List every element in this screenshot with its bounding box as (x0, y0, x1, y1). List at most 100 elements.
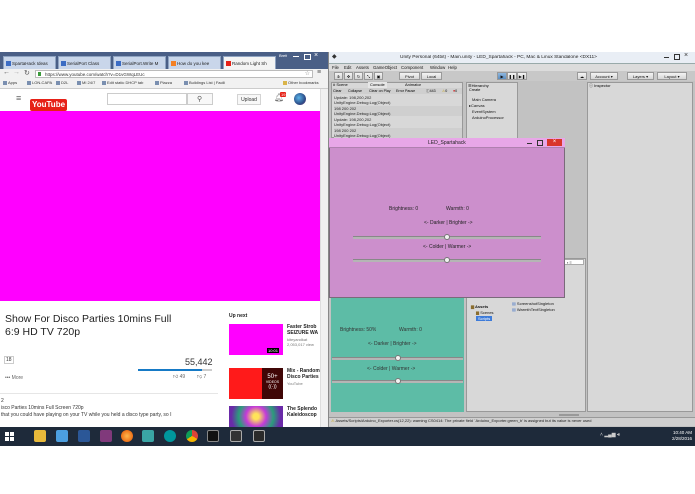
bookmark-dhcp[interactable]: Edit static DHCP tab (102, 80, 143, 85)
log-entry[interactable]: 198 200 202 UnityEngine.Debug:Log(Object) (334, 128, 462, 138)
status-message[interactable]: ⚠ Assets/Scripts/Arduino_Exporter.cs(12,… (331, 418, 693, 424)
tab-random-light-show[interactable]: Random Light Sh (223, 56, 276, 69)
search-button[interactable]: ⚲ (187, 93, 213, 105)
log-entry[interactable]: Update: 198,200,202 UnityEngine.Debug:Log… (334, 95, 462, 105)
rotate-tool-button[interactable]: ↻ (354, 72, 363, 80)
like-button[interactable]: 👍︎ 49 (173, 374, 185, 380)
close-button[interactable]: × (547, 139, 562, 146)
bookmark-mi247[interactable]: MI 24/7 (77, 80, 95, 85)
project-asset[interactable]: ▤ WarmthTextSingleton (512, 307, 555, 312)
pivot-toggle[interactable]: Pivot (399, 72, 420, 80)
unity-taskbar-icon[interactable] (230, 430, 242, 442)
player-brightness-slider[interactable] (444, 234, 450, 240)
arduino-taskbar-icon[interactable] (164, 430, 176, 442)
reload-icon[interactable]: ↻ (24, 69, 30, 77)
avatar[interactable] (294, 93, 306, 105)
log-entry[interactable]: Update: 198,200,202 UnityEngine.Debug:Log… (334, 117, 462, 127)
volume-icon[interactable]: 🔊︎ (617, 432, 620, 438)
scale-tool-button[interactable]: ⤡ (364, 72, 373, 80)
youtube-logo[interactable]: YouTube (30, 94, 68, 111)
other-bookmarks[interactable]: Other bookmarks (283, 80, 319, 85)
bookmark-d2l[interactable]: D2L (56, 80, 68, 85)
more-button[interactable]: ••• More (5, 375, 23, 381)
address-bar[interactable]: https://www.youtube.com/watch?v=D1vGWqLE… (35, 70, 313, 78)
cloud-button[interactable]: ☁ (577, 72, 587, 80)
app-taskbar-icon[interactable] (142, 430, 154, 442)
store-taskbar-icon[interactable] (56, 430, 68, 442)
lock-icon[interactable]: ▪ (567, 260, 568, 265)
guide-menu-icon[interactable]: ≡ (16, 93, 21, 103)
hand-tool-button[interactable]: ✋︎ (334, 72, 343, 80)
log-entry[interactable]: 198 200 202 UnityEngine.Debug:Log(Object) (334, 106, 462, 116)
tab-spartahack-ideas[interactable]: SpartaHack Ideas (3, 56, 56, 69)
bookmark-apps[interactable]: Apps (3, 80, 17, 85)
unity-taskbar-icon[interactable] (253, 430, 265, 442)
firefox-taskbar-icon[interactable] (121, 430, 133, 442)
project-folder-scripts[interactable]: Scripts (476, 316, 493, 321)
start-button[interactable] (5, 432, 15, 442)
related-video-3[interactable]: The Splendo Kaleidoscop (229, 406, 321, 427)
close-icon[interactable]: × (314, 52, 318, 59)
chevron-up-icon[interactable]: ˄ (600, 432, 603, 438)
clear-button[interactable]: Clear (333, 88, 342, 94)
onenote-taskbar-icon[interactable] (100, 430, 112, 442)
tab-how-do-you-keep[interactable]: How do you kee (168, 56, 221, 69)
clock[interactable]: 10:40 AM 2/28/2016 (656, 430, 692, 442)
bookmark-loncapa[interactable]: LON-CAPA (27, 80, 52, 85)
game-warmth-slider[interactable] (394, 378, 401, 384)
tab-serialport-write[interactable]: SerialPort.Write M (113, 56, 166, 69)
hierarchy-item[interactable]: Main Camera (472, 97, 496, 102)
game-brightness-slider[interactable] (394, 355, 401, 361)
menu-assets[interactable]: Assets (356, 64, 369, 71)
related-video-1[interactable]: 10:01 Faster Strob SEIZURE WA kiteyandkat… (229, 324, 321, 356)
log-count[interactable]: ⓘ443 (426, 88, 436, 94)
network-icon[interactable]: ▂▄▆ (604, 432, 615, 438)
upload-button[interactable]: Upload (237, 94, 261, 105)
close-icon[interactable]: × (684, 52, 688, 59)
maximize-icon[interactable] (537, 140, 543, 146)
local-toggle[interactable]: Local (421, 72, 442, 80)
layers-dropdown[interactable]: Layers ▾ (627, 72, 654, 80)
project-folder-assets[interactable]: ▆ Assets (471, 304, 488, 309)
menu-icon[interactable]: ≡ (317, 69, 321, 76)
search-input[interactable] (107, 93, 187, 105)
error-pause-button[interactable]: Error Pause (396, 88, 415, 94)
file-explorer-taskbar-icon[interactable] (34, 430, 46, 442)
menu-component[interactable]: Component (401, 64, 423, 71)
project-folder-scenes[interactable]: ▆ Scenes (476, 310, 494, 315)
forward-icon[interactable]: → (13, 69, 20, 76)
hierarchy-create-button[interactable]: Create (469, 88, 480, 92)
star-icon[interactable]: ☆ (305, 70, 310, 77)
move-tool-button[interactable]: ✥ (344, 72, 353, 80)
chrome-taskbar-icon[interactable] (186, 430, 198, 442)
tab-inspector[interactable]: ⓘ Inspector (589, 83, 611, 89)
account-dropdown[interactable]: Account ▾ (590, 72, 618, 80)
warning-count[interactable]: ⚠0 (442, 88, 447, 94)
menu-edit[interactable]: Edit (344, 64, 351, 71)
hierarchy-item[interactable]: ArduinoProcessor (472, 115, 504, 120)
menu-file[interactable]: File (332, 64, 339, 71)
pause-button[interactable]: ❚❚ (507, 72, 517, 80)
hierarchy-item[interactable]: EventSystem (472, 109, 496, 114)
minimize-icon[interactable] (527, 143, 532, 144)
error-count[interactable]: ●0 (453, 88, 457, 94)
word-taskbar-icon[interactable] (78, 430, 90, 442)
hierarchy-item[interactable]: ▸Canvas (469, 103, 485, 108)
back-icon[interactable]: ← (3, 69, 10, 76)
tab-serialport-class[interactable]: SerialPort Class (58, 56, 111, 69)
minimize-icon[interactable] (293, 56, 299, 57)
menu-window[interactable]: Window (430, 64, 445, 71)
layout-dropdown[interactable]: Layout ▾ (657, 72, 687, 80)
related-video-2[interactable]: 50+ VIDEOS ((·)) Mix - Random Disco Parti… (229, 368, 321, 400)
project-zoom-slider[interactable] (559, 414, 579, 416)
player-warmth-slider[interactable] (444, 257, 450, 263)
menu-icon[interactable]: ≡ (570, 260, 572, 265)
rect-tool-button[interactable]: ▣ (374, 72, 383, 80)
menu-help[interactable]: Help (448, 64, 457, 71)
menu-gameobject[interactable]: GameObject (373, 64, 397, 71)
dislike-button[interactable]: 👎︎ 7 (197, 374, 206, 380)
profile-name[interactable]: Brett (279, 53, 287, 58)
project-asset[interactable]: ▤ ScreenshotSingleton (512, 301, 554, 306)
app-taskbar-icon[interactable] (207, 430, 219, 442)
bookmark-piazza[interactable]: Piazza (155, 80, 172, 85)
